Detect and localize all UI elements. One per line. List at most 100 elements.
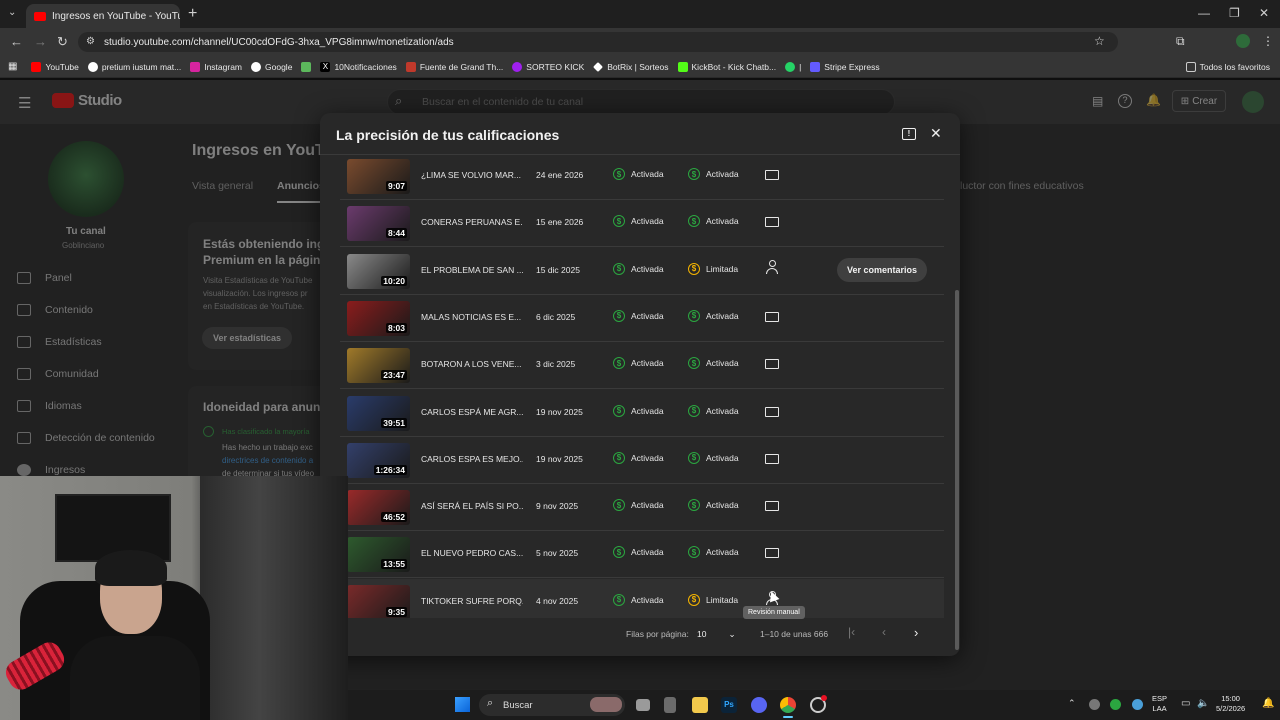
studio-logo[interactable]: Studio xyxy=(52,92,122,109)
task-view-icon[interactable] xyxy=(636,699,650,711)
x-icon: X xyxy=(320,61,331,72)
site-info-icon[interactable]: ⚙ xyxy=(86,36,95,47)
new-tab-button[interactable]: + xyxy=(188,5,197,23)
tray-shield-icon[interactable] xyxy=(1110,699,1121,710)
bookmark-10notificaciones[interactable]: X 10Notificaciones xyxy=(320,61,397,72)
nav-contenido[interactable]: Contenido xyxy=(17,304,93,316)
nav-comunidad[interactable]: Comunidad xyxy=(17,368,99,380)
chrome-icon[interactable] xyxy=(780,697,796,713)
browser-tab-youtube-studio[interactable]: Ingresos en YouTube - YouTube ✕ xyxy=(26,4,180,28)
bookmark-kickbot[interactable]: KickBot - Kick Chatb... xyxy=(677,61,776,72)
monitor-icon[interactable] xyxy=(765,501,779,512)
view-analytics-button[interactable]: Ver estadísticas xyxy=(202,327,292,349)
notifications-icon[interactable]: 🔔 xyxy=(1146,93,1161,107)
tab-educativos[interactable]: luctor con fines educativos xyxy=(960,180,1084,192)
tab-list-button[interactable]: ⌄ xyxy=(8,7,16,18)
bookmark-star-icon[interactable]: ☆ xyxy=(1094,34,1105,48)
bookmark-youtube[interactable]: YouTube xyxy=(31,61,79,72)
maximize-icon[interactable]: ❐ xyxy=(1229,6,1240,20)
person-check-icon[interactable] xyxy=(766,259,778,276)
discord-icon[interactable] xyxy=(751,697,767,713)
table-row: 9:35 TIKTOKER SUFRE PORQ... 4 nov 2025 $ Act… xyxy=(340,578,944,618)
hamburger-menu-icon[interactable]: ☰ xyxy=(18,94,31,112)
feedback-icon[interactable]: ! xyxy=(902,128,916,140)
tray-cloud-icon[interactable] xyxy=(1132,699,1143,710)
bookmark-google[interactable]: Google xyxy=(251,61,292,72)
video-title: ASÍ SERÁ EL PAÍS SI PO... xyxy=(421,501,523,512)
account-avatar[interactable] xyxy=(1242,91,1264,113)
table-row: 46:52 ASÍ SERÁ EL PAÍS SI PO... 9 nov 2025… xyxy=(340,484,944,532)
monitor-icon[interactable] xyxy=(765,359,779,370)
minimize-icon[interactable]: — xyxy=(1198,6,1210,20)
video-thumbnail[interactable]: 1:26:34 xyxy=(347,442,410,478)
notification-center-icon[interactable]: 🔔 xyxy=(1262,698,1274,709)
reload-icon[interactable]: ↻ xyxy=(57,34,68,50)
menu-icon[interactable]: ⋮ xyxy=(1262,34,1274,48)
rows-per-page-select[interactable]: 10 ⌄ xyxy=(697,629,736,640)
video-thumbnail[interactable]: 9:07 xyxy=(347,159,410,194)
bookmark-stripe[interactable]: Stripe Express xyxy=(810,61,880,72)
widgets-icon[interactable] xyxy=(664,697,676,713)
all-bookmarks[interactable]: Todos los favoritos xyxy=(1185,61,1270,72)
video-thumbnail[interactable]: 46:52 xyxy=(347,490,410,526)
nav-ingresos[interactable]: Ingresos xyxy=(17,464,85,476)
monitor-icon[interactable] xyxy=(765,217,779,228)
tray-chevron-icon[interactable]: ⌃ xyxy=(1068,698,1076,709)
photoshop-icon[interactable]: Ps xyxy=(721,697,737,713)
nav-deteccion[interactable]: Detección de contenido xyxy=(17,432,155,444)
next-page-icon[interactable]: › xyxy=(914,625,918,640)
language-indicator[interactable]: ESP LAA xyxy=(1152,694,1167,714)
network-icon[interactable]: ▭ xyxy=(1181,698,1190,709)
monitor-icon[interactable] xyxy=(765,453,779,464)
clock[interactable]: 15:00 5/2/2026 xyxy=(1216,694,1245,714)
video-thumbnail[interactable]: 8:03 xyxy=(347,300,410,336)
video-thumbnail[interactable]: 39:51 xyxy=(347,395,410,431)
bookmark-pretium[interactable]: pretium iustum mat... xyxy=(87,61,181,72)
tray-app-icon[interactable] xyxy=(1089,699,1100,710)
video-thumbnail[interactable]: 13:55 xyxy=(347,537,410,573)
bookmark-sorteo-kick[interactable]: SORTEO KICK xyxy=(512,61,584,72)
channel-search-input[interactable]: Buscar en el contenido de tu canal xyxy=(387,89,895,115)
close-dialog-icon[interactable]: ✕ xyxy=(930,125,942,142)
help-icon[interactable]: ? xyxy=(1118,94,1132,108)
channel-avatar[interactable] xyxy=(48,141,124,217)
forward-icon[interactable]: → xyxy=(34,34,47,49)
back-icon[interactable]: ← xyxy=(10,34,23,49)
dollar-icon: $ xyxy=(613,215,625,228)
tab-anuncios[interactable]: Anuncios xyxy=(277,180,325,192)
apps-icon[interactable]: ▦ xyxy=(8,61,17,72)
nav-estadisticas[interactable]: Estadísticas xyxy=(17,336,102,348)
monitor-icon[interactable] xyxy=(765,170,779,180)
bookmark-extension[interactable] xyxy=(301,61,312,72)
monitor-icon[interactable] xyxy=(765,311,779,322)
address-bar[interactable]: studio.youtube.com/channel/UC00cdOFdG-3h… xyxy=(78,32,1118,52)
first-page-icon[interactable]: |‹ xyxy=(848,625,855,639)
create-button[interactable]: ⊞ Crear xyxy=(1172,90,1226,112)
video-thumbnail[interactable]: 8:44 xyxy=(347,206,410,242)
bookmark-grand-theft[interactable]: Fuente de Grand Th... xyxy=(405,61,503,72)
monitor-icon[interactable] xyxy=(765,548,779,559)
dialog-scrollbar[interactable] xyxy=(955,290,959,650)
self-rating-status: $ Activada xyxy=(613,499,664,512)
monitor-icon[interactable] xyxy=(765,406,779,417)
bookmark-botrix[interactable]: BotRix | Sorteos xyxy=(593,62,669,72)
video-thumbnail[interactable]: 23:47 xyxy=(347,348,410,384)
bookmark-instagram[interactable]: Instagram xyxy=(190,61,242,72)
extensions-icon[interactable]: ⧉ xyxy=(1176,34,1185,49)
view-comments-button[interactable]: Ver comentarios xyxy=(837,257,927,282)
bookmark-whatsapp[interactable]: | xyxy=(785,61,801,72)
file-explorer-icon[interactable] xyxy=(692,697,708,713)
volume-icon[interactable]: 🔈 xyxy=(1197,698,1209,709)
video-thumbnail[interactable]: 10:20 xyxy=(347,253,410,289)
nav-idiomas[interactable]: Idiomas xyxy=(17,400,82,412)
suitability-title: Idoneidad para anunci xyxy=(203,400,331,414)
guidelines-link[interactable]: directrices de contenido a xyxy=(222,454,314,467)
start-icon[interactable] xyxy=(455,697,470,712)
comments-icon[interactable]: ▤ xyxy=(1092,94,1103,108)
previous-page-icon[interactable]: ‹ xyxy=(882,625,886,639)
profile-avatar[interactable] xyxy=(1236,34,1250,48)
close-window-icon[interactable]: ✕ xyxy=(1259,6,1269,20)
nav-panel[interactable]: Panel xyxy=(17,272,72,284)
tab-vista-general[interactable]: Vista general xyxy=(192,180,253,192)
video-thumbnail[interactable]: 9:35 xyxy=(347,584,410,618)
